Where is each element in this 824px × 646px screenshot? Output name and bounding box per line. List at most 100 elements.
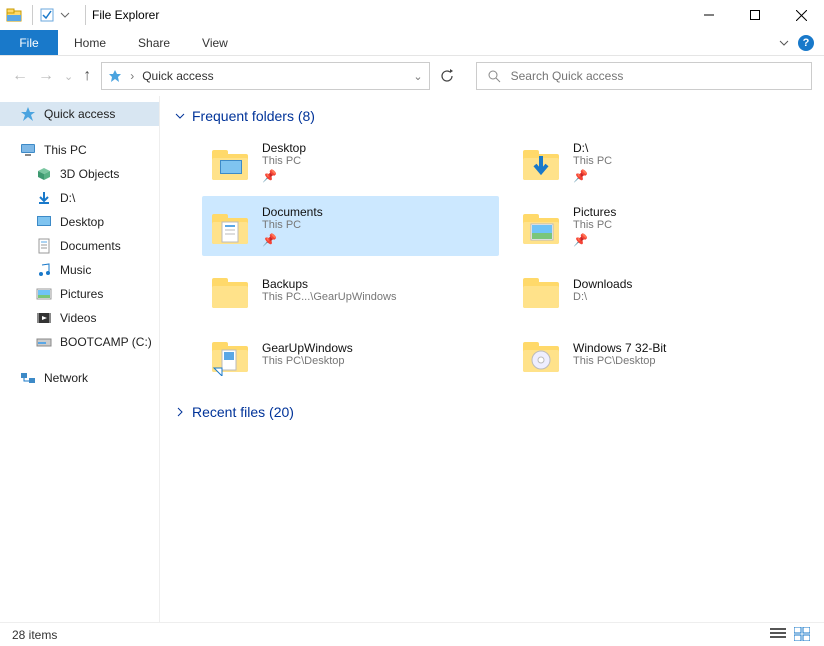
folder-location: This PC (573, 219, 616, 231)
document-icon (36, 238, 52, 254)
title-bar: File Explorer (0, 0, 824, 30)
pin-icon: 📌 (262, 169, 306, 183)
folder-icon (208, 204, 252, 248)
sidebar-item-documents[interactable]: Documents (0, 234, 159, 258)
checkbox-icon[interactable] (39, 7, 55, 23)
folder-name: Documents (262, 205, 323, 219)
music-icon (36, 262, 52, 278)
view-tab[interactable]: View (186, 30, 244, 55)
sidebar-this-pc[interactable]: This PC (0, 138, 159, 162)
folder-location: This PC (573, 155, 612, 167)
ribbon-chevron-icon[interactable] (778, 37, 790, 49)
sidebar-label: Videos (60, 311, 96, 325)
address-bar[interactable]: › Quick access ⌄ (101, 62, 429, 90)
folder-name: Downloads (573, 277, 632, 291)
folder-tile[interactable]: GearUpWindowsThis PC\Desktop (202, 324, 499, 384)
sidebar-label: BOOTCAMP (C:) (60, 335, 152, 349)
share-tab[interactable]: Share (122, 30, 186, 55)
folder-icon (208, 268, 252, 312)
maximize-button[interactable] (732, 0, 778, 30)
folder-name: D:\ (573, 141, 612, 155)
pin-icon: 📌 (573, 169, 612, 183)
address-text: Quick access (142, 69, 405, 83)
address-dropdown-icon[interactable]: ⌄ (413, 70, 422, 83)
folder-location: This PC (262, 155, 306, 167)
ribbon-tabs: File Home Share View ? (0, 30, 824, 56)
sidebar-network[interactable]: Network (0, 366, 159, 390)
sidebar-item-desktop[interactable]: Desktop (0, 210, 159, 234)
folder-icon (208, 332, 252, 376)
folder-tile[interactable]: DesktopThis PC 📌 (202, 132, 499, 192)
sidebar-label: Desktop (60, 215, 104, 229)
folder-name: Windows 7 32-Bit (573, 341, 666, 355)
network-icon (20, 370, 36, 386)
section-title: Recent files (20) (192, 404, 294, 420)
sidebar-item-d-drive[interactable]: D:\ (0, 186, 159, 210)
search-icon (487, 69, 501, 83)
sidebar-quick-access[interactable]: Quick access (0, 102, 159, 126)
pin-icon: 📌 (573, 233, 616, 247)
folder-icon (519, 268, 563, 312)
folder-location: This PC (262, 219, 323, 231)
folder-location: This PC\Desktop (573, 355, 666, 367)
folder-tile[interactable]: Windows 7 32-BitThis PC\Desktop (513, 324, 810, 384)
item-count: 28 items (12, 628, 57, 642)
explorer-icon (6, 7, 22, 23)
folder-grid: DesktopThis PC📌D:\This PC📌DocumentsThis … (202, 132, 810, 384)
folder-name: Pictures (573, 205, 616, 219)
nav-row: ← → ⌄ ↑ › Quick access ⌄ (0, 56, 824, 96)
folder-location: D:\ (573, 291, 632, 303)
details-view-button[interactable] (770, 627, 788, 643)
sidebar-label: Quick access (44, 107, 115, 121)
sidebar-item-videos[interactable]: Videos (0, 306, 159, 330)
folder-name: GearUpWindows (262, 341, 353, 355)
back-button[interactable]: ← (12, 67, 28, 85)
status-bar: 28 items (0, 622, 824, 646)
folder-location: This PC\Desktop (262, 355, 353, 367)
quick-access-star-icon (108, 69, 122, 83)
folder-tile[interactable]: D:\This PC 📌 (513, 132, 810, 192)
content-pane: Frequent folders (8) DesktopThis PC📌D:\T… (160, 96, 824, 622)
frequent-folders-header[interactable]: Frequent folders (8) (174, 104, 810, 128)
dropdown-icon[interactable] (59, 7, 75, 23)
forward-button[interactable]: → (38, 67, 54, 85)
up-button[interactable]: ↑ (83, 67, 91, 85)
recent-locations-button[interactable]: ⌄ (64, 70, 73, 83)
desktop-icon (36, 214, 52, 230)
sidebar-item-music[interactable]: Music (0, 258, 159, 282)
thumbnails-view-button[interactable] (794, 627, 812, 643)
minimize-button[interactable] (686, 0, 732, 30)
sidebar-label: Music (60, 263, 91, 277)
close-button[interactable] (778, 0, 824, 30)
folder-name: Desktop (262, 141, 306, 155)
folder-icon (208, 140, 252, 184)
folder-tile[interactable]: PicturesThis PC 📌 (513, 196, 810, 256)
sidebar-item-pictures[interactable]: Pictures (0, 282, 159, 306)
separator (32, 5, 33, 25)
section-title: Frequent folders (8) (192, 108, 315, 124)
folder-tile[interactable]: DocumentsThis PC📌 (202, 196, 499, 256)
folder-icon (519, 140, 563, 184)
recent-files-header[interactable]: Recent files (20) (174, 400, 810, 424)
refresh-button[interactable] (440, 69, 466, 83)
search-input[interactable] (511, 69, 801, 83)
sidebar-item-3d-objects[interactable]: 3D Objects (0, 162, 159, 186)
folder-icon (519, 204, 563, 248)
chevron-down-icon (174, 110, 186, 122)
folder-location: This PC...\GearUpWindows (262, 291, 396, 303)
monitor-icon (20, 142, 36, 158)
quick-access-star-icon (20, 106, 36, 122)
video-icon (36, 310, 52, 326)
home-tab[interactable]: Home (58, 30, 122, 55)
folder-tile[interactable]: BackupsThis PC...\GearUpWindows (202, 260, 499, 320)
separator (85, 5, 86, 25)
file-tab[interactable]: File (0, 30, 58, 55)
search-box[interactable] (476, 62, 812, 90)
sidebar-label: Pictures (60, 287, 103, 301)
help-icon[interactable]: ? (798, 35, 814, 51)
folder-tile[interactable]: DownloadsD:\ (513, 260, 810, 320)
sidebar-item-bootcamp[interactable]: BOOTCAMP (C:) (0, 330, 159, 354)
sidebar-label: 3D Objects (60, 167, 119, 181)
cube-icon (36, 166, 52, 182)
folder-name: Backups (262, 277, 396, 291)
